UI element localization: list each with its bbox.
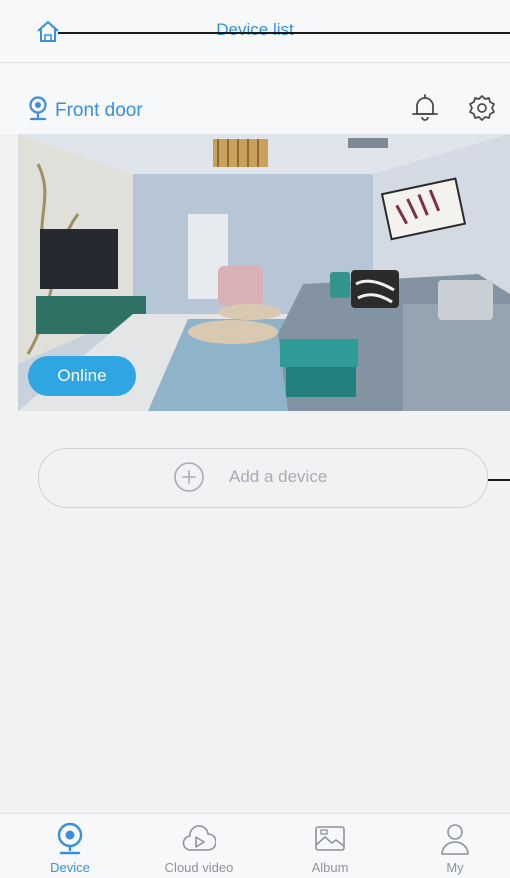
tab-label: My (446, 860, 464, 875)
tab-cloud-video[interactable]: Cloud video (149, 815, 249, 877)
plus-circle-icon (173, 461, 205, 493)
page-title: Device list (216, 20, 294, 39)
tab-label: Cloud video (164, 860, 234, 875)
person-icon (441, 824, 469, 855)
camera-icon (57, 822, 83, 855)
tab-device[interactable]: Device (20, 815, 120, 877)
status-badge: Online (28, 356, 136, 396)
tab-my[interactable]: My (405, 815, 505, 877)
tab-label: Album (311, 860, 349, 875)
album-icon (315, 826, 345, 851)
tab-label: Device (50, 860, 90, 875)
callout-line (58, 32, 510, 34)
add-device-label: Add a device (229, 467, 328, 486)
webcam-icon (28, 96, 48, 122)
tab-album[interactable]: Album (280, 815, 380, 877)
gear-icon[interactable] (468, 94, 496, 122)
bell-icon[interactable] (410, 92, 440, 124)
device-name[interactable]: Front door (55, 100, 143, 122)
cloud-play-icon (182, 825, 216, 851)
